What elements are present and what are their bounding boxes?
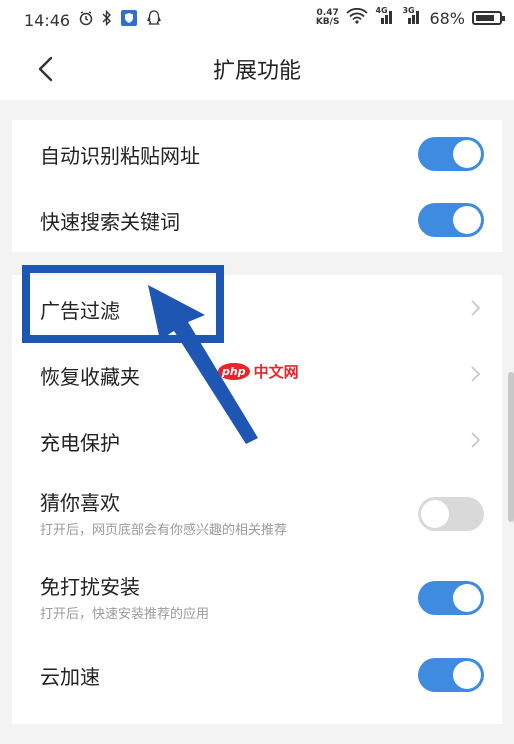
- row-label: 自动识别粘贴网址: [40, 144, 200, 168]
- silent-install-toggle[interactable]: [418, 581, 484, 615]
- row-label: 猜你喜欢: [40, 491, 120, 515]
- chevron-right-icon: [471, 300, 481, 316]
- alarm-icon: [78, 10, 94, 30]
- chevron-right-icon: [471, 432, 481, 448]
- row-sublabel: 打开后，网页底部会有你感兴趣的相关推荐: [40, 523, 288, 538]
- nav-bar: 扩展功能: [0, 38, 514, 100]
- status-time: 14:46: [24, 10, 71, 30]
- scrollbar[interactable]: [508, 372, 514, 522]
- row-label: 恢复收藏夹: [40, 365, 140, 389]
- status-bar: 14:46 0.47 KB/S 4G 3G 68%: [0, 0, 514, 38]
- status-left: 14:46: [24, 9, 162, 31]
- signal2-icon: 3G: [402, 6, 422, 28]
- status-right: 0.47 KB/S 4G 3G 68%: [316, 6, 505, 28]
- wifi-icon: [346, 7, 369, 28]
- cloud-accel-toggle[interactable]: [418, 658, 484, 692]
- net-speed-unit: KB/S: [315, 17, 340, 27]
- page-title: 扩展功能: [212, 59, 301, 84]
- row-label: 云加速: [40, 665, 100, 689]
- row-charge-protect[interactable]: 充电保护: [12, 407, 502, 473]
- battery-icon: [472, 11, 505, 25]
- signal-icon: 4G: [375, 6, 395, 28]
- annotation-highlight-box: [22, 265, 224, 343]
- row-recommend[interactable]: 猜你喜欢 打开后，网页底部会有你感兴趣的相关推荐: [12, 473, 502, 557]
- row-label: 免打扰安装: [40, 575, 140, 599]
- chevron-right-icon: [471, 366, 481, 382]
- watermark-text: 中文网: [253, 363, 299, 381]
- row-sublabel: 打开后，快速安装推荐的应用: [40, 607, 210, 622]
- row-label: 快速搜索关键词: [40, 210, 180, 234]
- settings-page: 自动识别粘贴网址 快速搜索关键词 广告过滤 恢复收藏夹 充电保护 猜你喜欢 打开…: [0, 100, 514, 744]
- signal1-label: 4G: [375, 6, 388, 15]
- row-auto-paste[interactable]: 自动识别粘贴网址: [12, 120, 502, 186]
- battery-percent: 68%: [429, 8, 465, 28]
- row-label: 充电保护: [40, 431, 120, 455]
- bluetooth-icon: [102, 9, 112, 30]
- watermark-badge: php: [218, 363, 250, 380]
- settings-section-1: 自动识别粘贴网址 快速搜索关键词: [12, 120, 502, 252]
- qq-icon: [146, 9, 162, 31]
- quick-search-toggle[interactable]: [418, 203, 484, 237]
- row-cloud-accel[interactable]: 云加速: [12, 641, 502, 707]
- auto-paste-toggle[interactable]: [418, 137, 484, 171]
- watermark: php 中文网: [218, 361, 299, 382]
- signal2-label: 3G: [402, 6, 415, 15]
- row-silent-install[interactable]: 免打扰安装 打开后，快速安装推荐的应用: [12, 557, 502, 641]
- shield-app-icon: [120, 9, 138, 31]
- row-quick-search[interactable]: 快速搜索关键词: [12, 186, 502, 252]
- net-speed: 0.47 KB/S: [316, 9, 340, 27]
- recommend-toggle[interactable]: [418, 497, 484, 531]
